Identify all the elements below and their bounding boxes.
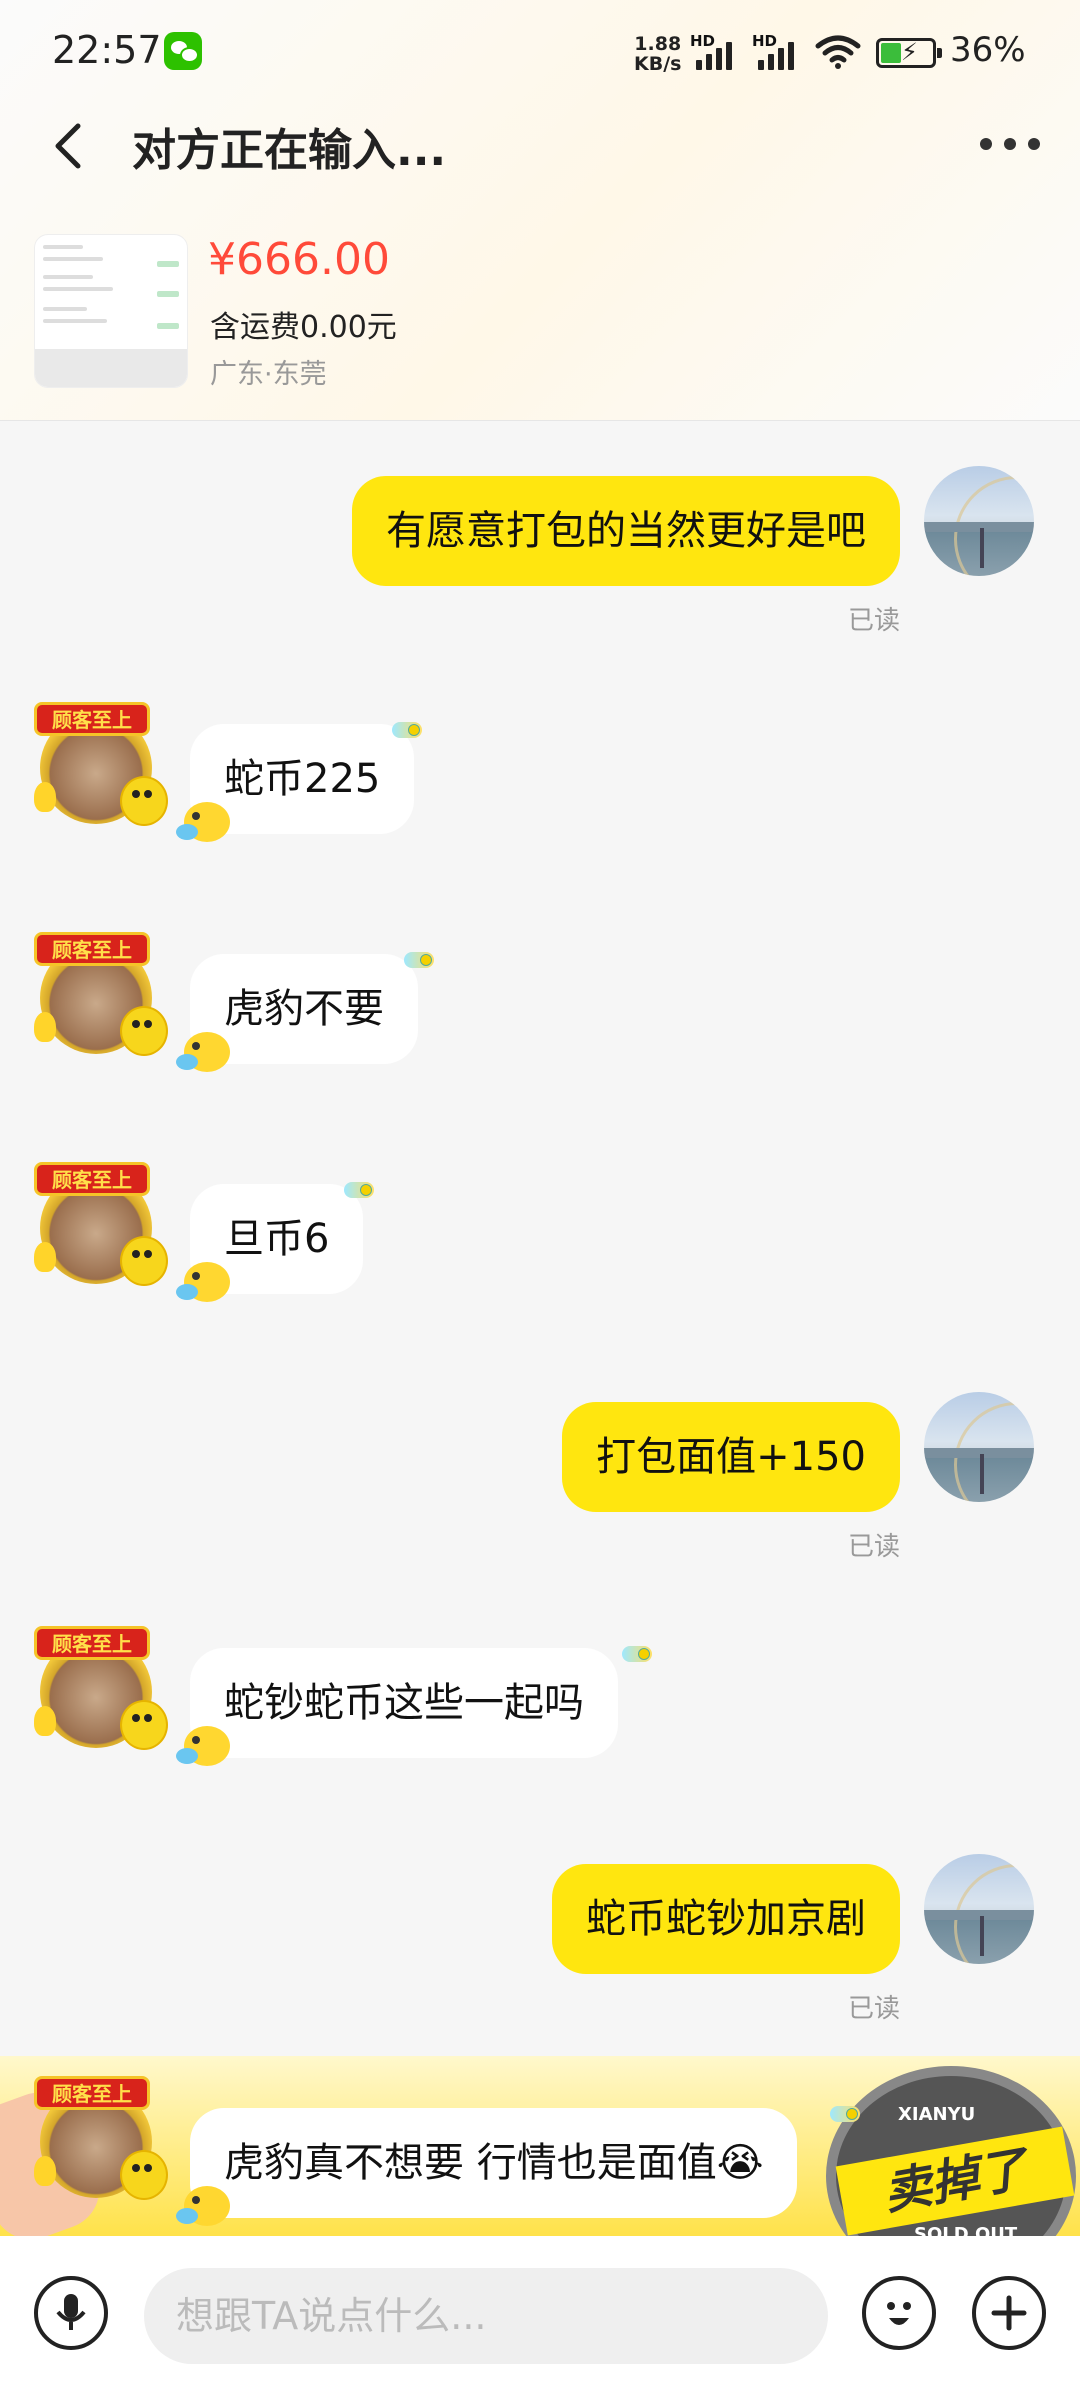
duck-sticker-icon: [176, 1726, 230, 1766]
add-more-button[interactable]: [972, 2276, 1046, 2350]
status-time: 22:57: [52, 28, 162, 72]
bubble-sticker-icon: [344, 1182, 374, 1198]
duck-sticker-icon: [176, 1032, 230, 1072]
product-card[interactable]: ¥666.00 含运费0.00元 广东·东莞: [0, 210, 1080, 421]
read-status: 已读: [848, 606, 901, 636]
emoji-button[interactable]: [862, 2276, 936, 2350]
signal-label-1: HD: [690, 32, 716, 50]
network-speed: 1.88 KB/s: [634, 34, 681, 74]
product-price: ¥666.00: [208, 234, 390, 285]
voice-input-button[interactable]: [34, 2276, 108, 2350]
avatar-banner: 顾客至上: [34, 2076, 150, 2110]
message-input[interactable]: 想跟TA说点什么...: [144, 2268, 828, 2364]
signal-icon-2: HD: [752, 32, 802, 70]
sold-out-badge: XIANYU 卖掉了 SOLD OUT: [826, 2066, 1076, 2236]
wifi-icon: [815, 35, 861, 69]
plus-icon: [991, 2295, 1027, 2331]
battery-percent: 36%: [950, 30, 1026, 70]
duck-sticker-icon: [176, 1262, 230, 1302]
my-avatar[interactable]: [924, 1854, 1034, 1964]
avatar-banner: 顾客至上: [34, 1162, 150, 1196]
bubble-sticker-icon: [830, 2106, 860, 2122]
bubble-sticker-icon: [404, 952, 434, 968]
seller-avatar[interactable]: 顾客至上: [34, 1626, 174, 1752]
net-speed-value: 1.88: [634, 33, 682, 55]
wechat-icon: [164, 32, 202, 70]
sent-message-bubble[interactable]: 蛇币蛇钞加京剧: [552, 1864, 900, 1974]
duck-sticker-icon: [176, 2186, 230, 2226]
chat-input-bar: 想跟TA说点什么...: [0, 2236, 1080, 2400]
badge-main-text: 卖掉了: [835, 2126, 1075, 2236]
sent-message-bubble[interactable]: 有愿意打包的当然更好是吧: [352, 476, 900, 586]
my-avatar[interactable]: [924, 466, 1034, 576]
avatar-banner: 顾客至上: [34, 1626, 150, 1660]
chat-nav-bar: 对方正在输入...: [0, 100, 1080, 210]
back-arrow-icon[interactable]: [40, 116, 100, 176]
more-options-icon[interactable]: [976, 128, 1046, 158]
signal-icon-1: HD: [690, 32, 740, 70]
my-avatar[interactable]: [924, 1392, 1034, 1502]
seller-avatar[interactable]: 顾客至上: [34, 2076, 174, 2202]
seller-avatar[interactable]: 顾客至上: [34, 932, 174, 1058]
received-message-bubble[interactable]: 蛇钞蛇币这些一起吗: [190, 1648, 618, 1758]
seller-avatar[interactable]: 顾客至上: [34, 1162, 174, 1288]
avatar-banner: 顾客至上: [34, 932, 150, 966]
badge-sold-out: SOLD OUT: [914, 2224, 1018, 2236]
bubble-sticker-icon: [622, 1646, 652, 1662]
shipping-fee: 含运费0.00元: [210, 310, 397, 345]
signal-label-2: HD: [752, 32, 778, 50]
seller-avatar[interactable]: 顾客至上: [34, 702, 174, 828]
battery-icon: ⚡: [876, 38, 942, 68]
status-bar: 22:57 1.88 KB/s HD HD ⚡ 36%: [0, 0, 1080, 100]
avatar-banner: 顾客至上: [34, 702, 150, 736]
read-status: 已读: [848, 1532, 901, 1562]
badge-brand: XIANYU: [898, 2104, 976, 2125]
page-title: 对方正在输入...: [132, 125, 447, 176]
net-speed-unit: KB/s: [634, 53, 682, 75]
emoji-face-icon: [887, 2302, 911, 2325]
product-thumbnail[interactable]: [34, 234, 188, 388]
duck-sticker-icon: [176, 802, 230, 842]
seller-location: 广东·东莞: [210, 359, 327, 390]
microphone-icon: [56, 2294, 86, 2330]
read-status: 已读: [848, 1994, 901, 2024]
received-message-bubble[interactable]: 虎豹真不想要 行情也是面值😭: [190, 2108, 798, 2218]
bubble-sticker-icon: [392, 722, 422, 738]
sent-message-bubble[interactable]: 打包面值+150: [562, 1402, 900, 1512]
